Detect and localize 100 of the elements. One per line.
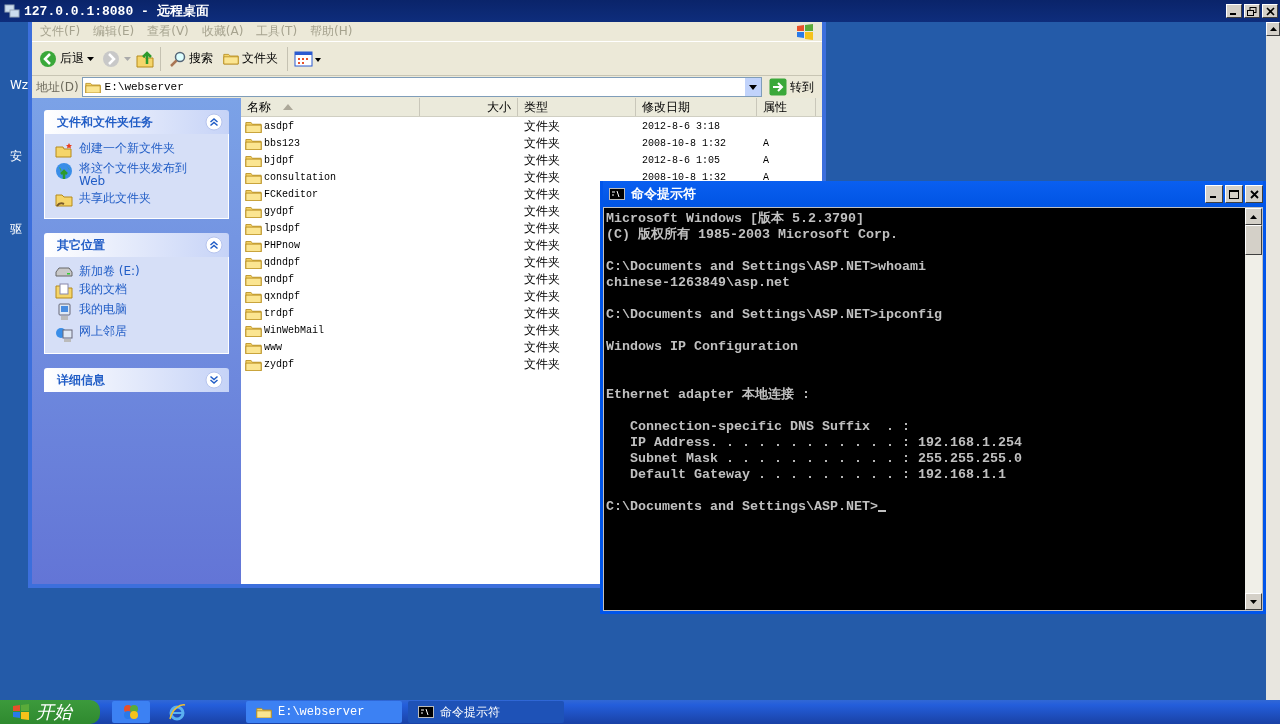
task-link[interactable]: 创建一个新文件夹 bbox=[79, 142, 175, 155]
task-link[interactable]: 我的电脑 bbox=[79, 303, 127, 316]
file-name[interactable]: www bbox=[245, 340, 282, 355]
task-link[interactable]: 共享此文件夹 bbox=[79, 192, 151, 205]
modified-date: 2012-8-6 1:05 bbox=[642, 155, 720, 166]
minimize-button[interactable] bbox=[1226, 4, 1242, 18]
task-panel-header[interactable]: 文件和文件夹任务 bbox=[44, 110, 229, 134]
computer-icon bbox=[55, 303, 73, 321]
console-icon bbox=[609, 188, 625, 200]
scroll-up-icon[interactable] bbox=[1269, 27, 1277, 31]
file-type: 文件夹 bbox=[524, 339, 560, 356]
console-line: chinese-1263849\asp.net bbox=[606, 275, 790, 291]
close-button[interactable] bbox=[1245, 185, 1263, 203]
file-type: 文件夹 bbox=[524, 203, 560, 220]
console-line: Default Gateway . . . . . . . . . : 192.168.1.1 bbox=[629, 467, 1006, 483]
file-name[interactable]: consultation bbox=[245, 170, 336, 185]
file-name[interactable]: PHPnow bbox=[245, 238, 300, 253]
file-type: 文件夹 bbox=[524, 169, 560, 186]
globe-icon bbox=[55, 162, 73, 180]
collapse-icon[interactable] bbox=[205, 236, 223, 254]
scroll-up-icon[interactable] bbox=[1250, 214, 1257, 219]
file-name[interactable]: trdpf bbox=[245, 306, 294, 321]
column-header[interactable]: 修改日期 bbox=[636, 98, 757, 116]
folders-button[interactable]: 文件夹 bbox=[220, 48, 281, 69]
modified-date: 2008-10-8 1:32 bbox=[642, 172, 726, 183]
start-button[interactable]: 开始 bbox=[0, 700, 100, 724]
desktop-icon-label[interactable]: Wz bbox=[10, 78, 29, 92]
column-header[interactable]: 大小 bbox=[420, 98, 518, 116]
column-header[interactable]: 属性 bbox=[757, 98, 816, 116]
browser-icon[interactable] bbox=[168, 703, 186, 721]
address-field[interactable]: E:\webserver bbox=[81, 77, 762, 97]
file-name[interactable]: zydpf bbox=[245, 357, 294, 372]
console-line: Subnet Mask . . . . . . . . . . . : 255.255.255.0 bbox=[629, 451, 1022, 467]
file-name[interactable]: lpsdpf bbox=[245, 221, 300, 236]
console-line: C:\Documents and Settings\ASP.NET>whoami bbox=[606, 259, 926, 275]
file-name[interactable]: bjdpf bbox=[245, 153, 294, 168]
scroll-thumb[interactable] bbox=[1245, 225, 1262, 255]
file-type: 文件夹 bbox=[524, 271, 560, 288]
back-icon bbox=[39, 49, 57, 68]
file-name[interactable]: gydpf bbox=[245, 204, 294, 219]
task-panel-header[interactable]: 其它位置 bbox=[44, 233, 229, 257]
caret-icon bbox=[87, 56, 95, 61]
file-name[interactable]: bbs123 bbox=[245, 136, 300, 151]
taskbar-button[interactable]: 命令提示符 bbox=[408, 701, 564, 723]
restore-icon bbox=[1247, 6, 1257, 16]
panel-title: 其它位置 bbox=[57, 236, 105, 254]
maximize-button[interactable] bbox=[1225, 185, 1243, 203]
file-type: 文件夹 bbox=[524, 118, 560, 135]
file-name[interactable]: FCKeditor bbox=[245, 187, 318, 202]
scrollbar[interactable] bbox=[1266, 22, 1280, 700]
console-icon bbox=[418, 706, 434, 718]
dropdown-button[interactable] bbox=[745, 78, 761, 96]
search-icon bbox=[170, 50, 186, 67]
console-line: Windows IP Configuration bbox=[606, 339, 798, 355]
column-header[interactable]: 类型 bbox=[518, 98, 636, 116]
go-button[interactable]: 转到 bbox=[765, 78, 818, 96]
scroll-down-icon[interactable] bbox=[1250, 599, 1257, 604]
console-line: C:\Documents and Settings\ASP.NET> bbox=[606, 499, 878, 515]
task-panel-header[interactable]: 详细信息 bbox=[44, 368, 229, 392]
scrollbar[interactable] bbox=[1245, 208, 1262, 610]
task-link[interactable]: 将这个文件夹发布到 Web bbox=[79, 162, 197, 188]
folder-icon bbox=[245, 306, 262, 321]
file-name[interactable]: qndpf bbox=[245, 272, 294, 287]
folder-icon bbox=[245, 238, 262, 253]
documents-folder-icon bbox=[55, 283, 73, 299]
restore-button[interactable] bbox=[1244, 4, 1260, 18]
back-button[interactable]: 后退 bbox=[36, 47, 98, 70]
folder-icon bbox=[223, 52, 239, 65]
new-folder-icon bbox=[55, 142, 73, 158]
window-title: 命令提示符 bbox=[631, 185, 696, 203]
file-name[interactable]: asdpf bbox=[245, 119, 294, 134]
task-link[interactable]: 新加卷 (E:) bbox=[79, 265, 140, 278]
folder-icon bbox=[245, 119, 262, 134]
attributes: A bbox=[763, 138, 769, 149]
expand-icon[interactable] bbox=[205, 371, 223, 389]
file-name[interactable]: qxndpf bbox=[245, 289, 300, 304]
folder-icon bbox=[245, 221, 262, 236]
panel-title: 文件和文件夹任务 bbox=[57, 113, 153, 131]
task-link[interactable]: 我的文档 bbox=[79, 283, 127, 296]
quick-launch-icon[interactable] bbox=[112, 701, 150, 723]
file-name[interactable]: qdndpf bbox=[245, 255, 300, 270]
minimize-button[interactable] bbox=[1205, 185, 1223, 203]
desktop-icon-label[interactable]: 安 bbox=[10, 148, 29, 165]
task-link[interactable]: 网上邻居 bbox=[79, 325, 127, 338]
taskbar-button[interactable]: E:\webserver bbox=[246, 701, 402, 723]
file-type: 文件夹 bbox=[524, 135, 560, 152]
close-button[interactable] bbox=[1262, 4, 1278, 18]
folder-icon bbox=[245, 136, 262, 151]
collapse-icon[interactable] bbox=[205, 113, 223, 131]
up-folder-button[interactable] bbox=[136, 49, 154, 68]
file-type: 文件夹 bbox=[524, 152, 560, 169]
file-name[interactable]: WinWebMail bbox=[245, 323, 324, 338]
views-button[interactable] bbox=[294, 49, 322, 68]
caret-icon bbox=[749, 84, 757, 90]
network-icon bbox=[55, 325, 73, 343]
file-type: 文件夹 bbox=[524, 254, 560, 271]
column-header[interactable]: 名称 bbox=[241, 98, 420, 116]
folder-icon bbox=[84, 80, 101, 94]
desktop-icon-label[interactable]: 驱 bbox=[10, 221, 29, 238]
search-button[interactable]: 搜索 bbox=[167, 48, 216, 69]
